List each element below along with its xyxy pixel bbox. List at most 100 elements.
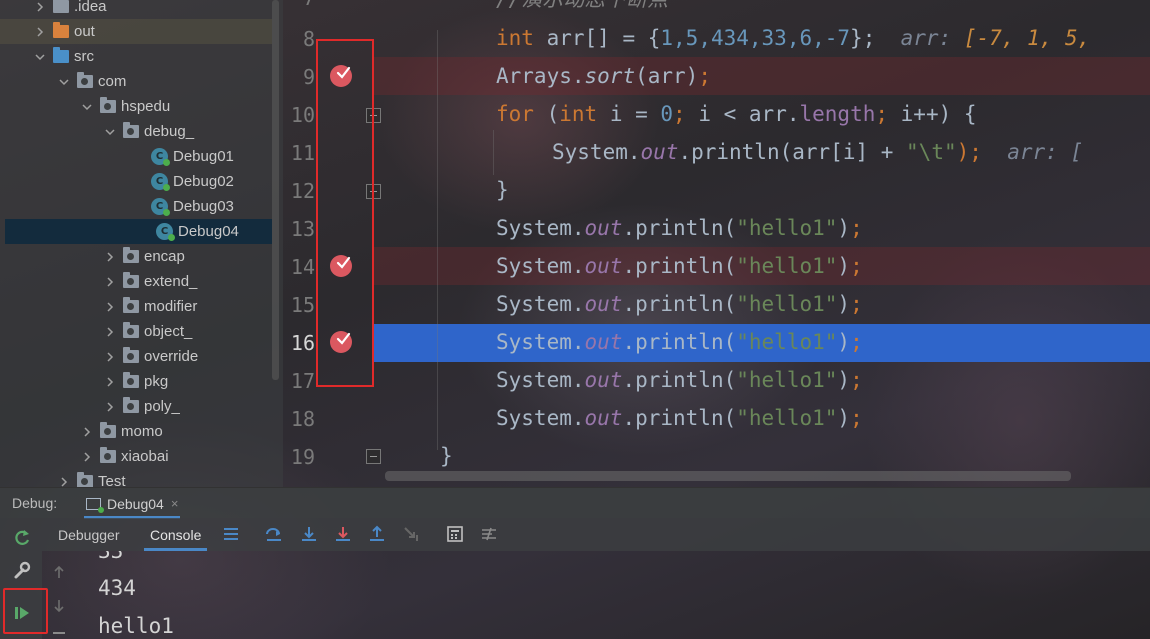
package-icon [100,422,116,438]
java-class-icon: C [151,148,170,166]
debug-session-tab[interactable]: Debug04 × [80,488,184,519]
folder-icon [53,0,69,13]
chevron-right-icon[interactable] [103,350,117,364]
tree-item-test[interactable]: Test [0,469,272,487]
tree-item-debug02[interactable]: C Debug02 [0,169,272,194]
tree-item-object[interactable]: object_ [0,319,272,344]
line-number: 11 [290,141,315,165]
chevron-down-icon[interactable] [33,50,47,64]
editor-horizontal-scrollbar[interactable] [385,471,1071,481]
tree-item-label: poly_ [144,398,180,415]
tree-item-label: Debug04 [178,223,239,240]
package-icon [100,447,116,463]
code-line-9: Arrays.sort(arr); [496,64,711,88]
tree-item-debug01[interactable]: C Debug01 [0,144,272,169]
chevron-right-icon[interactable] [57,475,71,488]
console-nav [42,551,76,639]
line-number: 10 [290,103,315,127]
package-icon [123,347,139,363]
wrench-icon[interactable] [11,560,33,582]
force-step-into-icon[interactable] [333,524,353,544]
trace-stream-icon[interactable] [479,524,499,544]
evaluate-expression-icon[interactable] [445,524,465,544]
package-icon [77,72,93,88]
console-output[interactable]: 33 434 hello1 [76,551,1150,639]
tree-item-override[interactable]: override [0,344,272,369]
package-icon [123,322,139,338]
code-editor[interactable]: 7 8 9 10 11 12 13 14 15 16 17 18 19 //演示… [283,0,1150,487]
tree-item-label: pkg [144,373,169,390]
step-over-icon[interactable] [264,524,284,544]
folder-excluded-icon [53,22,69,38]
chevron-right-icon[interactable] [103,275,117,289]
tree-item-poly[interactable]: poly_ [0,394,272,419]
code-line-16: System.out.println("hello1"); [496,330,863,354]
scroll-up-icon[interactable] [52,565,66,579]
tree-item-encap[interactable]: encap [0,244,272,269]
package-icon [123,297,139,313]
console-line: hello1 [98,614,174,638]
tree-item-hspedu[interactable]: hspedu [0,94,272,119]
tree-item-debug03[interactable]: C Debug03 [0,194,272,219]
package-icon [77,472,93,487]
line-number: 19 [290,445,315,469]
tree-item-debug[interactable]: debug_ [0,119,272,144]
package-icon [123,247,139,263]
tab-debugger[interactable]: Debugger [58,518,120,551]
tree-item-xiaobai[interactable]: xiaobai [0,444,272,469]
package-icon [123,122,139,138]
chevron-right-icon[interactable] [103,250,117,264]
soft-wrap-icon[interactable] [52,629,66,639]
tab-console[interactable]: Console [143,518,208,551]
tree-item-momo[interactable]: momo [0,419,272,444]
console-line: 33 [98,551,124,563]
step-out-icon[interactable] [367,524,387,544]
line-number: 7 [283,0,315,10]
tree-item-label: hspedu [121,98,171,115]
chevron-right-icon[interactable] [80,425,94,439]
code-line-14: System.out.println("hello1"); [496,254,863,278]
close-icon[interactable]: × [171,496,179,511]
chevron-right-icon[interactable] [103,375,117,389]
project-scrollbar[interactable] [272,0,279,380]
fold-icon[interactable] [366,449,381,464]
line-number: 18 [290,407,315,431]
run-to-cursor-icon[interactable] [401,524,421,544]
tree-item-label: extend_ [144,273,198,290]
rerun-icon[interactable] [11,527,33,549]
tree-item-src[interactable]: src [0,44,272,69]
tree-item-extend[interactable]: extend_ [0,269,272,294]
tree-item-idea[interactable]: .idea [0,0,272,19]
scroll-down-icon[interactable] [52,599,66,613]
chevron-right-icon[interactable] [33,0,47,14]
breakpoint-annotation-box [316,39,374,387]
java-class-icon: C [156,223,175,241]
tree-item-label: Debug02 [173,173,234,190]
chevron-right-icon[interactable] [80,450,94,464]
tree-item-com[interactable]: com [0,69,272,94]
tree-item-modifier[interactable]: modifier [0,294,272,319]
debug-session-icon [86,497,104,513]
tree-item-pkg[interactable]: pkg [0,369,272,394]
indent-guide [493,130,494,175]
package-icon [100,97,116,113]
chevron-down-icon[interactable] [80,100,94,114]
source-folder-icon [53,47,69,63]
tree-item-out[interactable]: out [0,19,272,44]
chevron-right-icon[interactable] [33,25,47,39]
line-number: 17 [290,369,315,393]
debug-tool-window-header: Debug: Debug04 × [0,487,1150,519]
tree-item-debug04[interactable]: C Debug04 [5,219,272,244]
chevron-right-icon[interactable] [103,400,117,414]
tree-item-label: src [74,48,94,65]
tree-item-label: modifier [144,298,198,315]
chevron-down-icon[interactable] [57,75,71,89]
tree-item-label: object_ [144,323,193,340]
menu-icon[interactable] [221,524,241,544]
chevron-down-icon[interactable] [103,125,117,139]
chevron-right-icon[interactable] [103,325,117,339]
chevron-right-icon[interactable] [103,300,117,314]
tree-item-label: com [98,73,127,90]
step-into-icon[interactable] [299,524,319,544]
line-number: 14 [290,255,315,279]
